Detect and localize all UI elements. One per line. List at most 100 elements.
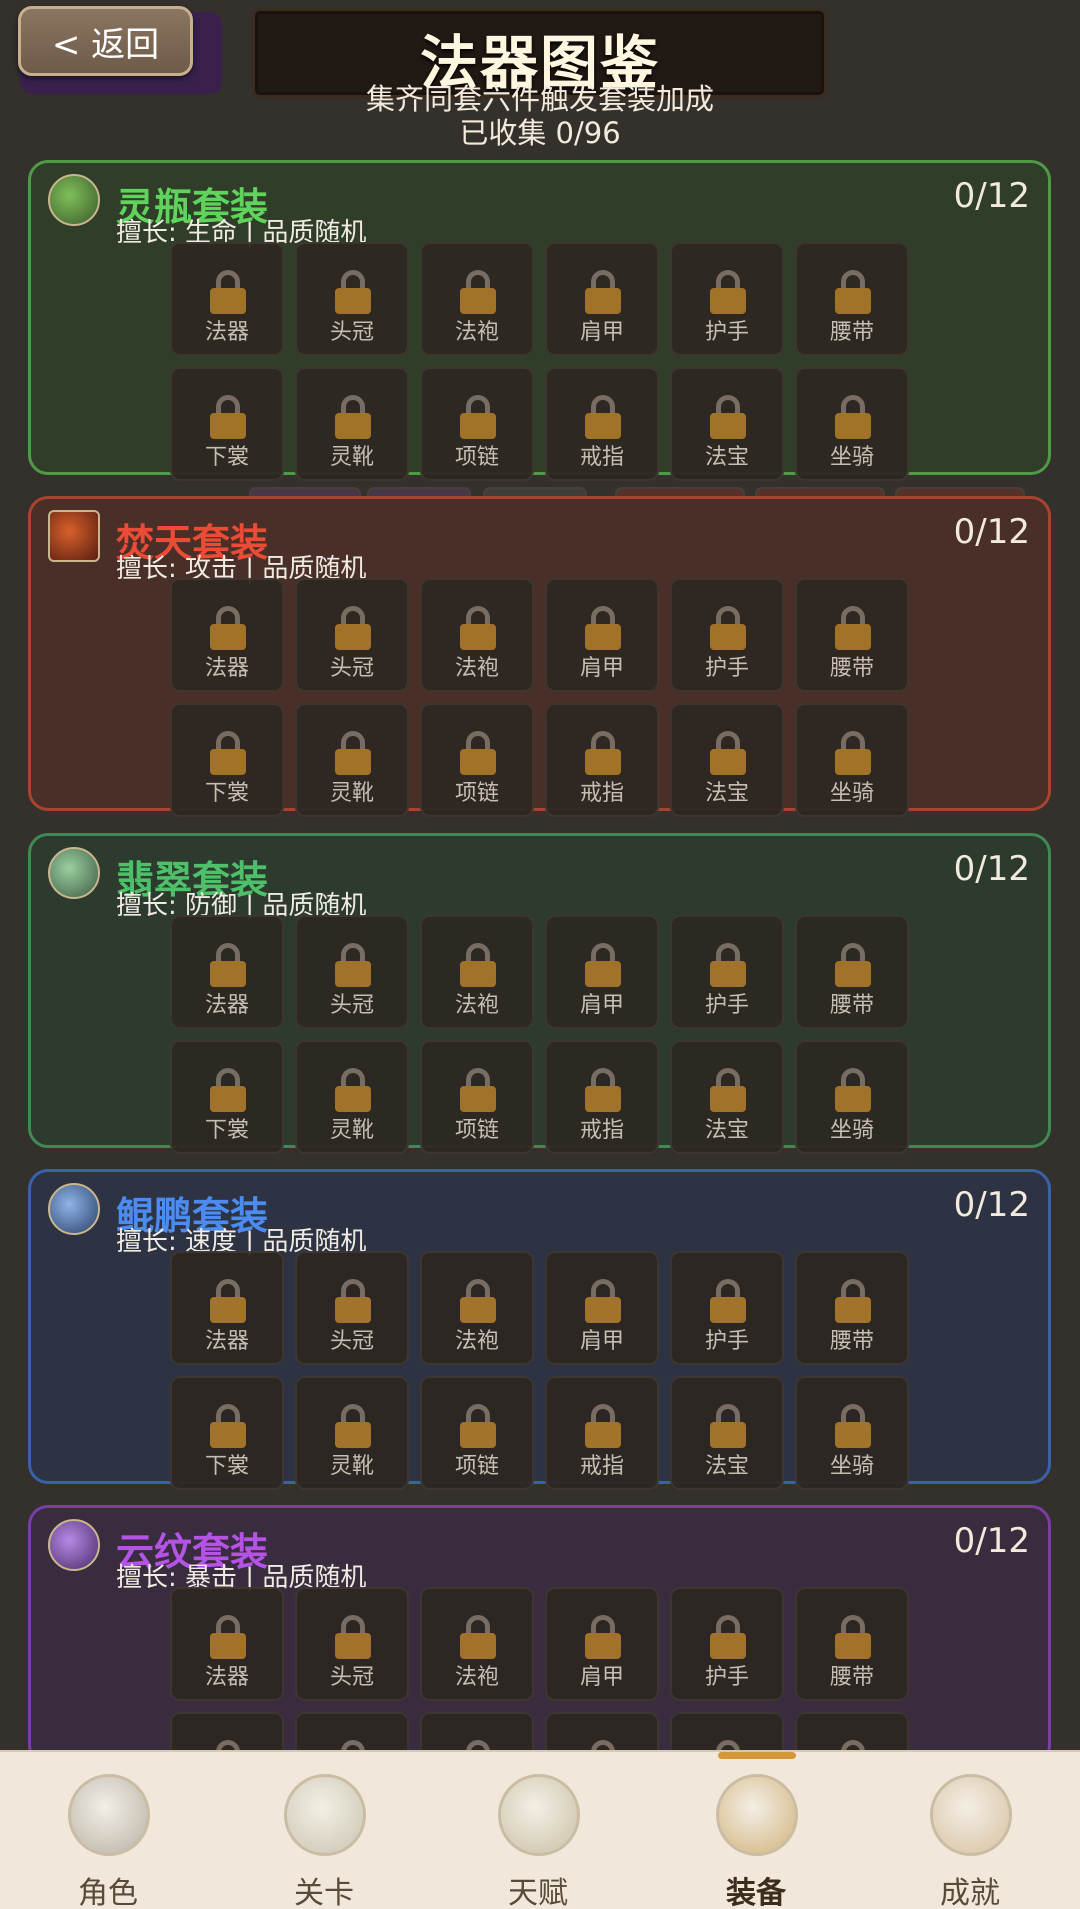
set-progress-count: 0/12 bbox=[953, 849, 1030, 889]
equipment-slot-locked[interactable]: 法器 bbox=[170, 578, 284, 692]
lock-icon bbox=[835, 1068, 871, 1112]
slot-label: 下裳 bbox=[204, 1454, 249, 1479]
equipment-slot-locked[interactable]: 法宝 bbox=[670, 367, 784, 481]
equipment-slot-locked[interactable]: 项链 bbox=[420, 367, 534, 481]
slot-label: 头冠 bbox=[329, 1329, 374, 1354]
equipment-slot-locked[interactable]: 头冠 bbox=[295, 915, 409, 1029]
equipment-slot-locked[interactable]: 腰带 bbox=[795, 1587, 909, 1701]
flame-icon bbox=[48, 510, 100, 562]
lock-icon bbox=[335, 270, 371, 314]
nav-tab-achievement[interactable]: 成就 bbox=[890, 1750, 1050, 1909]
equipment-slot-locked[interactable]: 戒指 bbox=[545, 367, 659, 481]
lock-icon bbox=[335, 731, 371, 775]
set-progress-count: 0/12 bbox=[953, 1185, 1030, 1225]
slot-label: 肩甲 bbox=[579, 656, 624, 681]
slot-label: 戒指 bbox=[579, 1454, 624, 1479]
nav-label: 天赋 bbox=[508, 1876, 568, 1909]
equipment-slot-locked[interactable]: 腰带 bbox=[795, 578, 909, 692]
equipment-slot-locked[interactable]: 护手 bbox=[670, 578, 784, 692]
equipment-slot-locked[interactable]: 护手 bbox=[670, 1587, 784, 1701]
equipment-slot-locked[interactable]: 肩甲 bbox=[545, 915, 659, 1029]
equipment-slot-locked[interactable]: 项链 bbox=[420, 1040, 534, 1154]
slot-label: 灵靴 bbox=[329, 1118, 374, 1143]
emerald-icon bbox=[48, 847, 100, 899]
slot-label: 护手 bbox=[704, 656, 749, 681]
equipment-slot-locked[interactable]: 灵靴 bbox=[295, 1376, 409, 1490]
equipment-slot-locked[interactable]: 头冠 bbox=[295, 578, 409, 692]
lock-icon bbox=[210, 731, 246, 775]
slot-label: 坐骑 bbox=[829, 445, 874, 470]
equipment-slot-locked[interactable]: 坐骑 bbox=[795, 367, 909, 481]
lock-icon bbox=[585, 1615, 621, 1659]
equipment-slot-locked[interactable]: 护手 bbox=[670, 1251, 784, 1365]
slot-label: 法袍 bbox=[454, 320, 499, 345]
nav-tab-character[interactable]: 角色 bbox=[28, 1750, 188, 1909]
equipment-slot-locked[interactable]: 腰带 bbox=[795, 242, 909, 356]
slot-label: 腰带 bbox=[829, 320, 874, 345]
equipment-slot-locked[interactable]: 头冠 bbox=[295, 1251, 409, 1365]
nav-tab-stage[interactable]: 关卡 bbox=[244, 1750, 404, 1909]
equipment-slot-locked[interactable]: 灵靴 bbox=[295, 1040, 409, 1154]
equipment-slot-locked[interactable]: 法宝 bbox=[670, 1040, 784, 1154]
equipment-slot-locked[interactable]: 头冠 bbox=[295, 242, 409, 356]
equipment-slot-locked[interactable]: 戒指 bbox=[545, 703, 659, 817]
slot-label: 腰带 bbox=[829, 656, 874, 681]
equipment-slot-locked[interactable]: 下裳 bbox=[170, 367, 284, 481]
slot-label: 项链 bbox=[454, 781, 499, 806]
equipment-slot-locked[interactable]: 灵靴 bbox=[295, 367, 409, 481]
lock-icon bbox=[335, 943, 371, 987]
equipment-slot-locked[interactable]: 下裳 bbox=[170, 1376, 284, 1490]
equipment-slot-locked[interactable]: 项链 bbox=[420, 1376, 534, 1490]
equipment-slot-locked[interactable]: 腰带 bbox=[795, 915, 909, 1029]
equipment-slot-locked[interactable]: 肩甲 bbox=[545, 242, 659, 356]
equipment-slot-locked[interactable]: 法器 bbox=[170, 915, 284, 1029]
equipment-slot-locked[interactable]: 头冠 bbox=[295, 1587, 409, 1701]
equipment-slot-locked[interactable]: 护手 bbox=[670, 242, 784, 356]
equipment-slot-locked[interactable]: 法袍 bbox=[420, 578, 534, 692]
slot-label: 项链 bbox=[454, 1454, 499, 1479]
equipment-slot-locked[interactable]: 法宝 bbox=[670, 1376, 784, 1490]
equipment-slot-locked[interactable]: 项链 bbox=[420, 703, 534, 817]
equipment-slot-locked[interactable]: 戒指 bbox=[545, 1040, 659, 1154]
slot-label: 灵靴 bbox=[329, 1454, 374, 1479]
equipment-slot-locked[interactable]: 肩甲 bbox=[545, 578, 659, 692]
slot-label: 腰带 bbox=[829, 1665, 874, 1690]
lock-icon bbox=[210, 606, 246, 650]
slot-label: 头冠 bbox=[329, 1665, 374, 1690]
equipment-slot-locked[interactable]: 坐骑 bbox=[795, 1040, 909, 1154]
lock-icon bbox=[460, 1068, 496, 1112]
equipment-slot-locked[interactable]: 肩甲 bbox=[545, 1587, 659, 1701]
equipment-slot-locked[interactable]: 坐骑 bbox=[795, 703, 909, 817]
slot-label: 下裳 bbox=[204, 781, 249, 806]
slot-label: 护手 bbox=[704, 1329, 749, 1354]
equipment-slot-locked[interactable]: 法袍 bbox=[420, 242, 534, 356]
nav-label: 关卡 bbox=[294, 1876, 354, 1909]
equipment-slot-locked[interactable]: 法袍 bbox=[420, 1587, 534, 1701]
nav-tab-equipment[interactable]: 装备 bbox=[676, 1750, 836, 1909]
lock-icon bbox=[835, 1404, 871, 1448]
lock-icon bbox=[210, 943, 246, 987]
equipment-slot-locked[interactable]: 下裳 bbox=[170, 1040, 284, 1154]
equipment-slot-locked[interactable]: 法宝 bbox=[670, 703, 784, 817]
lock-icon bbox=[710, 1404, 746, 1448]
slot-label: 法器 bbox=[204, 1329, 249, 1354]
equipment-slot-locked[interactable]: 法器 bbox=[170, 242, 284, 356]
nav-tab-talent[interactable]: 天赋 bbox=[458, 1750, 618, 1909]
slot-label: 肩甲 bbox=[579, 993, 624, 1018]
equipment-slot-locked[interactable]: 法器 bbox=[170, 1587, 284, 1701]
equipment-slot-locked[interactable]: 灵靴 bbox=[295, 703, 409, 817]
slot-label: 坐骑 bbox=[829, 781, 874, 806]
slot-label: 戒指 bbox=[579, 445, 624, 470]
equipment-slot-locked[interactable]: 法袍 bbox=[420, 1251, 534, 1365]
equipment-slot-locked[interactable]: 腰带 bbox=[795, 1251, 909, 1365]
lock-icon bbox=[335, 1279, 371, 1323]
equipment-slot-locked[interactable]: 下裳 bbox=[170, 703, 284, 817]
equipment-slot-locked[interactable]: 坐骑 bbox=[795, 1376, 909, 1490]
lock-icon bbox=[335, 395, 371, 439]
slot-label: 项链 bbox=[454, 1118, 499, 1143]
equipment-slot-locked[interactable]: 护手 bbox=[670, 915, 784, 1029]
equipment-slot-locked[interactable]: 戒指 bbox=[545, 1376, 659, 1490]
equipment-slot-locked[interactable]: 法袍 bbox=[420, 915, 534, 1029]
equipment-slot-locked[interactable]: 肩甲 bbox=[545, 1251, 659, 1365]
equipment-slot-locked[interactable]: 法器 bbox=[170, 1251, 284, 1365]
